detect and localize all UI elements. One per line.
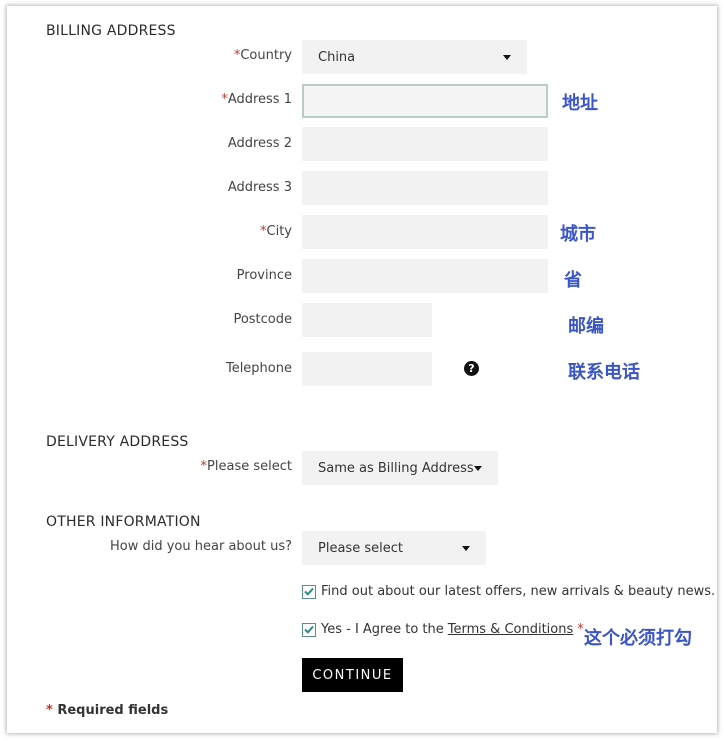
- terms-checkbox[interactable]: [302, 622, 316, 637]
- caret-down-icon: [474, 465, 482, 471]
- province-annotation: 省: [564, 270, 582, 291]
- province-label: Province: [236, 268, 292, 283]
- country-label: *Country: [233, 48, 292, 63]
- hear-about-us-label: How did you hear about us?: [110, 539, 292, 554]
- address1-annotation: 地址: [562, 93, 598, 114]
- city-label: *City: [260, 224, 292, 239]
- caret-down-icon: [503, 54, 511, 60]
- other-information-heading: OTHER INFORMATION: [46, 514, 201, 530]
- address3-label: Address 3: [227, 180, 292, 195]
- required-fields-note: * Required fields: [46, 703, 169, 718]
- telephone-label: Telephone: [225, 361, 292, 376]
- telephone-annotation: 联系电话: [568, 362, 640, 383]
- terms-checkbox-row: Yes - I Agree to the Terms & Conditions …: [302, 622, 584, 637]
- checkmark-icon: [304, 625, 314, 634]
- caret-down-icon: [462, 545, 470, 551]
- terms-checkbox-label: Yes - I Agree to the: [321, 622, 444, 637]
- postcode-label: Postcode: [233, 312, 292, 327]
- delivery-address-heading: DELIVERY ADDRESS: [46, 434, 189, 450]
- terms-conditions-link[interactable]: Terms & Conditions: [448, 622, 574, 637]
- postcode-annotation: 邮编: [568, 316, 604, 337]
- address2-input[interactable]: [302, 127, 548, 161]
- offers-checkbox[interactable]: [302, 584, 316, 599]
- terms-annotation: 这个必须打勾: [584, 628, 692, 649]
- postcode-input[interactable]: [302, 303, 432, 337]
- hear-about-us-value: Please select: [318, 540, 403, 556]
- address3-input[interactable]: [302, 171, 548, 205]
- delivery-address-select[interactable]: Same as Billing Address: [302, 451, 498, 485]
- address2-label: Address 2: [227, 136, 292, 151]
- address1-input[interactable]: [302, 84, 548, 118]
- telephone-input[interactable]: [302, 352, 432, 386]
- required-marker: *: [577, 622, 584, 637]
- city-input[interactable]: [302, 215, 548, 249]
- required-marker: *: [46, 703, 53, 718]
- question-circle-icon[interactable]: ?: [464, 361, 479, 376]
- address1-label: *Address 1: [221, 92, 292, 107]
- province-input[interactable]: [302, 259, 548, 293]
- hear-about-us-select[interactable]: Please select: [302, 531, 486, 565]
- offers-checkbox-label: Find out about our latest offers, new ar…: [321, 584, 716, 599]
- continue-button[interactable]: CONTINUE: [302, 658, 403, 692]
- billing-address-heading: BILLING ADDRESS: [46, 23, 176, 39]
- delivery-select-label: *Please select: [200, 459, 292, 474]
- country-select[interactable]: China: [302, 40, 527, 74]
- checkmark-icon: [304, 587, 314, 596]
- offers-checkbox-row: Find out about our latest offers, new ar…: [302, 584, 715, 599]
- country-select-value: China: [318, 49, 356, 65]
- city-annotation: 城市: [560, 224, 596, 245]
- delivery-select-value: Same as Billing Address: [318, 460, 474, 476]
